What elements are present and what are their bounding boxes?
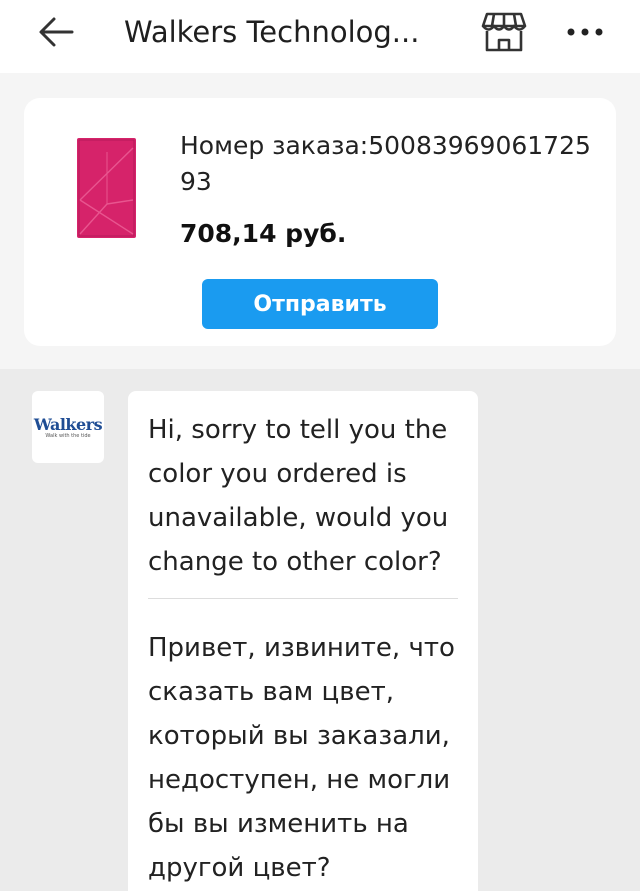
message-text-en: Hi, sorry to tell you the color you orde… [148, 415, 449, 577]
order-section: Номер заказа:5008396906172593 708,14 руб… [0, 73, 640, 369]
chat-area: Walkers Walk with the tide Hi, sorry to … [0, 369, 640, 891]
more-dots-icon [567, 28, 603, 36]
order-price: 708,14 руб. [180, 219, 347, 248]
top-app-bar: Walkers Technolog... [0, 0, 640, 73]
order-number: Номер заказа:5008396906172593 [180, 131, 591, 196]
avatar-tagline: Walk with the tide [45, 432, 91, 439]
message-text-ru: Привет, извините, что сказать вам цвет, … [148, 633, 455, 883]
message-divider [148, 598, 458, 599]
order-card[interactable]: Номер заказа:5008396906172593 708,14 руб… [24, 98, 616, 346]
avatar[interactable]: Walkers Walk with the tide [32, 391, 104, 463]
send-button[interactable]: Отправить [202, 279, 438, 329]
store-button[interactable] [478, 8, 530, 56]
back-button[interactable] [28, 10, 84, 54]
avatar-logo: Walkers [33, 414, 103, 434]
more-options-button[interactable] [560, 12, 610, 52]
page-title: Walkers Technolog... [124, 15, 420, 49]
arrow-left-icon [39, 17, 74, 47]
store-icon [481, 12, 527, 52]
message-bubble[interactable]: Hi, sorry to tell you the color you orde… [128, 391, 478, 891]
product-image[interactable] [77, 138, 136, 238]
